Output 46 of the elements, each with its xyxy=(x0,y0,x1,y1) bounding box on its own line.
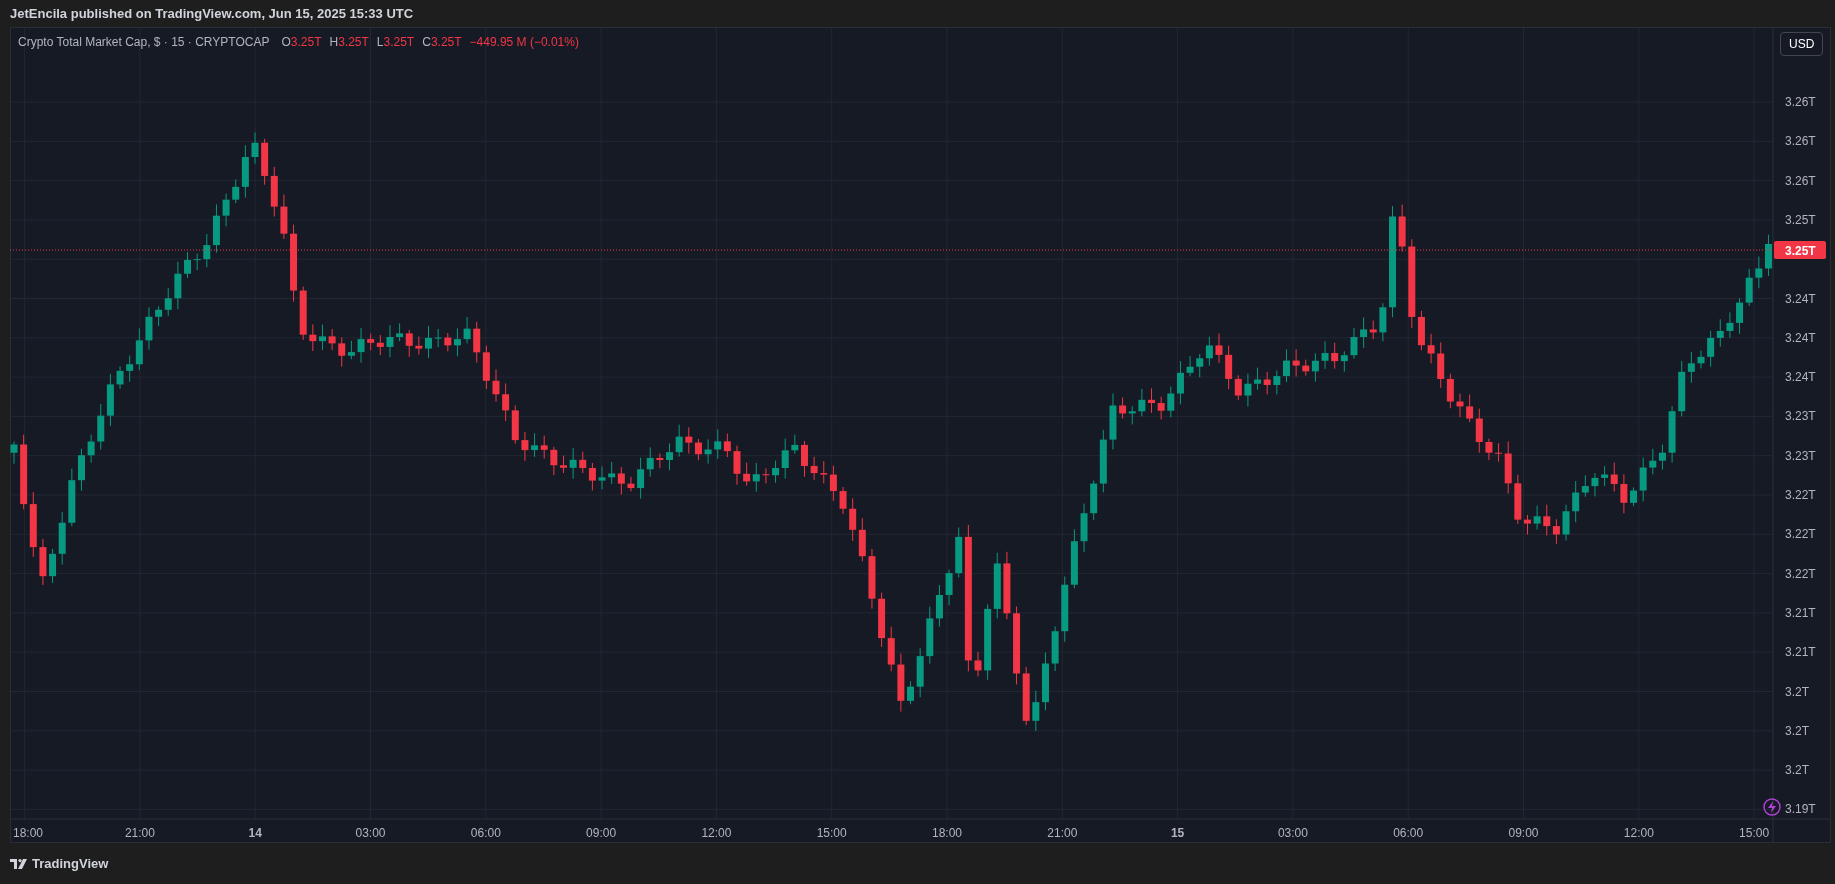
currency-button[interactable]: USD xyxy=(1780,32,1824,56)
ohlc-value: O3.25T xyxy=(281,34,322,51)
ohlc-value: C3.25T xyxy=(422,34,462,51)
ohlc-value: L3.25T xyxy=(376,34,415,51)
price-axis-label: 3.23T xyxy=(1785,448,1816,463)
price-axis-label: 3.22T xyxy=(1785,527,1816,542)
price-axis-label: 3.26T xyxy=(1785,95,1816,109)
time-axis-label: 09:00 xyxy=(1508,826,1539,840)
time-axis-label: 03:00 xyxy=(355,826,386,840)
time-axis-label: 21:00 xyxy=(124,826,155,840)
price-axis-label: 3.24T xyxy=(1785,291,1816,306)
current-price-tag: 3.25T xyxy=(1774,241,1826,259)
price-axis-label: 3.21T xyxy=(1785,645,1816,660)
symbol-title: Crypto Total Market Cap, $ · 15 · CRYPTOCAP xyxy=(18,34,270,51)
price-axis-label: 3.19T xyxy=(1785,802,1816,817)
time-axis-label: 15:00 xyxy=(816,826,847,840)
price-axis-label: 3.2T xyxy=(1785,763,1809,778)
time-axis-label: 12:00 xyxy=(701,826,732,840)
price-axis-label: 3.25T xyxy=(1785,212,1816,227)
logo-icon xyxy=(10,858,28,869)
time-axis-label: 18:00 xyxy=(932,826,962,840)
time-axis-label: 06:00 xyxy=(1393,826,1424,840)
time-axis-label: 03:00 xyxy=(1277,826,1308,840)
time-axis-label: 15 xyxy=(1170,826,1185,840)
time-axis-label: 12:00 xyxy=(1623,826,1654,840)
price-axis-label: 3.26T xyxy=(1785,173,1816,188)
time-axis-label: 21:00 xyxy=(1047,826,1078,840)
price-axis-label: 3.22T xyxy=(1785,566,1816,581)
ohlc-value: H3.25T xyxy=(329,34,369,51)
lightning-icon xyxy=(1763,798,1781,816)
price-change: −449.95 M (−0.01%) xyxy=(469,34,579,51)
publisher-caption: JetEncila published on TradingView.com, Jun 15, 2025 15:33 UTC xyxy=(10,4,414,23)
time-axis-label: 14 xyxy=(248,826,262,840)
price-axis-label: 3.2T xyxy=(1785,723,1809,738)
brand-name: TradingView xyxy=(32,854,109,873)
price-axis-label: 3.2T xyxy=(1785,684,1809,699)
price-axis-label: 3.23T xyxy=(1785,409,1816,424)
price-axis-label: 3.21T xyxy=(1785,605,1816,620)
price-axis-label: 3.24T xyxy=(1785,330,1816,345)
price-axis-label: 3.26T xyxy=(1785,134,1816,149)
price-axis-label: 3.22T xyxy=(1785,488,1816,502)
time-axis-label: 09:00 xyxy=(586,826,617,840)
price-axis-label: 3.24T xyxy=(1785,370,1816,385)
time-axis-label: 06:00 xyxy=(470,826,501,840)
time-axis-label: 15:00 xyxy=(1739,826,1770,840)
time-axis-label: 18:00 xyxy=(13,826,43,840)
